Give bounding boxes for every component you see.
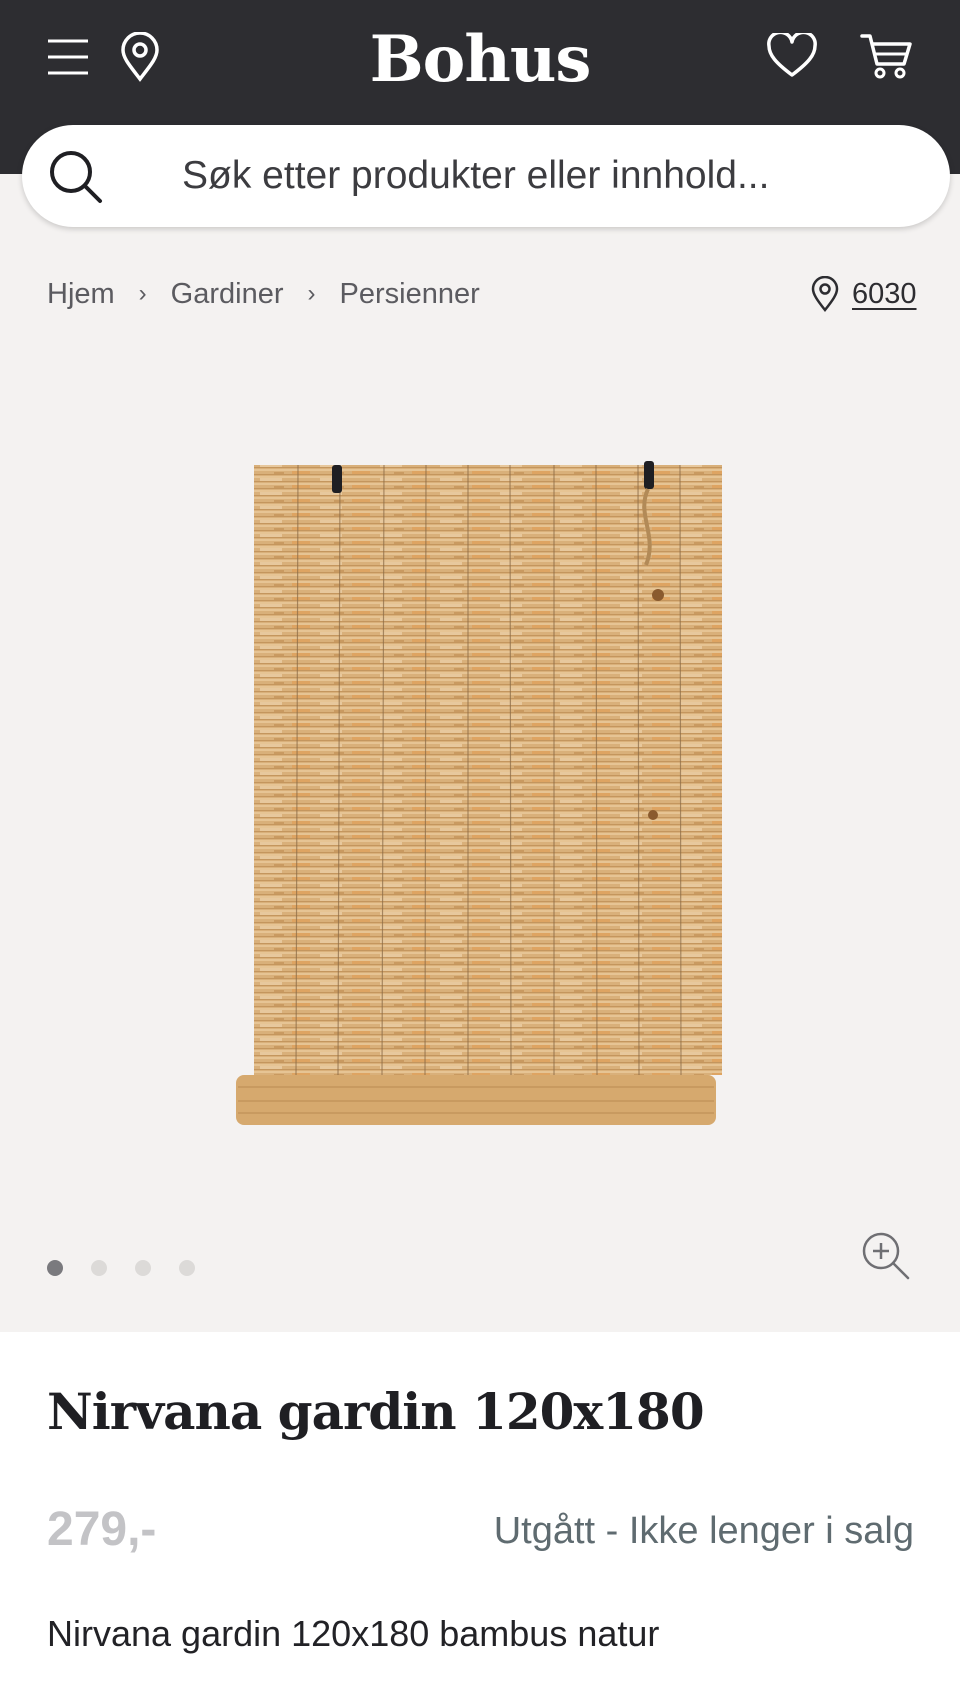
product-title: Nirvana gardin 120x180: [47, 1382, 705, 1441]
product-description: Nirvana gardin 120x180 bambus natur: [47, 1613, 660, 1654]
location-pin-icon: [811, 276, 839, 312]
favorites-button[interactable]: [764, 30, 820, 82]
search-icon[interactable]: [48, 149, 104, 205]
product-price: 279,-: [47, 1503, 157, 1556]
breadcrumb-gardiner[interactable]: Gardiner: [171, 278, 284, 311]
search-bar[interactable]: [22, 125, 950, 227]
location-pin-icon: [121, 32, 159, 82]
store-locator-button[interactable]: [118, 30, 162, 84]
breadcrumb-separator: ›: [307, 280, 316, 307]
menu-icon: [48, 39, 88, 75]
postcode-selector[interactable]: 6030: [810, 272, 917, 316]
breadcrumb-home[interactable]: Hjem: [47, 278, 115, 311]
zoom-in-icon[interactable]: [860, 1230, 912, 1282]
search-input[interactable]: [182, 143, 922, 209]
bohus-logo[interactable]: Bohus: [330, 22, 630, 98]
heart-icon: [767, 33, 817, 77]
postcode-value[interactable]: 6030: [852, 278, 917, 311]
cart-icon: [860, 34, 912, 79]
gallery-pagination: [47, 1260, 223, 1276]
gallery-dot-1[interactable]: [47, 1260, 63, 1276]
breadcrumb-persienner[interactable]: Persienner: [340, 278, 480, 311]
gallery-dot-2[interactable]: [91, 1260, 107, 1276]
gallery-dot-3[interactable]: [135, 1260, 151, 1276]
availability-status: Utgått - Ikke lenger i salg: [493, 1510, 914, 1552]
gallery-dot-4[interactable]: [179, 1260, 195, 1276]
cart-button[interactable]: [858, 30, 916, 82]
breadcrumb: Hjem › Gardiner › Persienner: [47, 272, 480, 316]
breadcrumb-separator: ›: [138, 280, 147, 307]
menu-button[interactable]: [44, 34, 92, 80]
product-image[interactable]: [228, 455, 728, 1135]
